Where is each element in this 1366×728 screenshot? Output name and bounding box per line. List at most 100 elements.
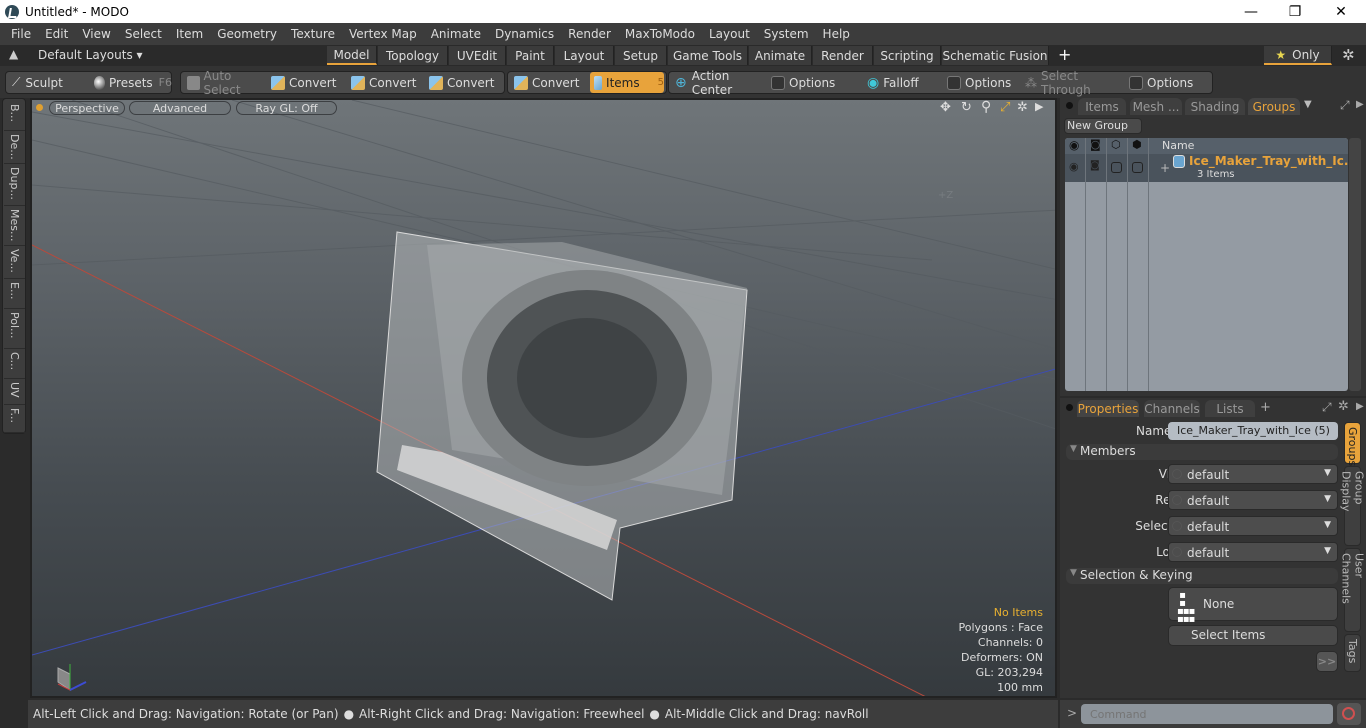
action-center-button[interactable]: ⊕ Action Center <box>671 69 765 97</box>
new-group-button[interactable]: New Group <box>1064 118 1142 134</box>
side-tab-curve[interactable]: C... <box>4 349 25 379</box>
tab-channels[interactable]: Channels <box>1144 400 1200 417</box>
expand-plus-icon[interactable]: + <box>1160 161 1170 175</box>
close-button[interactable]: ✕ <box>1318 0 1364 23</box>
render-camera-icon[interactable]: ◙ <box>1090 138 1101 151</box>
menu-animate[interactable]: Animate <box>424 27 488 41</box>
tab-scripting[interactable]: Scripting <box>874 46 941 65</box>
side-tab-uv[interactable]: UV <box>4 379 25 405</box>
collapse-arrow-icon[interactable]: ▲ <box>9 47 18 61</box>
visible-dropdown[interactable]: default ▼ <box>1168 464 1338 484</box>
row-locked-toggle[interactable] <box>1132 162 1143 173</box>
selectable-dropdown[interactable]: default ▼ <box>1168 516 1338 536</box>
record-macro-button[interactable] <box>1337 703 1361 725</box>
name-column-header[interactable]: Name <box>1162 139 1194 152</box>
tab-mesh[interactable]: Mesh ... <box>1130 98 1182 115</box>
tab-model[interactable]: Model <box>327 46 377 65</box>
menu-layout[interactable]: Layout <box>702 27 757 41</box>
side-tab-mesh-edit[interactable]: Mes... <box>4 206 25 246</box>
view-type-button[interactable]: Perspective <box>49 101 125 115</box>
row-selectable-toggle[interactable] <box>1111 162 1122 173</box>
menu-geometry[interactable]: Geometry <box>210 27 284 41</box>
menu-edit[interactable]: Edit <box>38 27 75 41</box>
tab-game-tools[interactable]: Game Tools <box>668 46 748 65</box>
side-tab-vertex[interactable]: Ve... <box>4 246 25 279</box>
command-input[interactable] <box>1081 704 1333 724</box>
maximize-button[interactable]: ❐ <box>1272 0 1318 23</box>
menu-file[interactable]: File <box>4 27 38 41</box>
menu-system[interactable]: System <box>757 27 816 41</box>
select-through-button[interactable]: ⁂ Select Through <box>1021 69 1125 97</box>
3d-viewport[interactable]: Perspective Advanced Ray GL: Off ✥ ↻ ⚲ ⤢… <box>30 98 1057 698</box>
more-button[interactable]: >> <box>1316 651 1338 672</box>
panel-arrow-icon[interactable]: ▶ <box>1356 99 1364 110</box>
falloff-button[interactable]: ◉ Falloff <box>863 72 939 93</box>
add-layout-tab-button[interactable]: + <box>1058 45 1071 64</box>
name-field[interactable]: Ice_Maker_Tray_with_Ice (5) <box>1168 422 1338 440</box>
convert-button-1[interactable]: Convert <box>267 72 345 93</box>
members-section-header[interactable]: ▼ Members <box>1066 444 1338 460</box>
default-layouts-dropdown[interactable]: Default Layouts ▾ <box>38 48 143 62</box>
tab-lists[interactable]: Lists <box>1205 400 1255 417</box>
shading-mode-button[interactable]: Advanced <box>129 101 231 115</box>
expand-panel-icon[interactable]: ⤢ <box>1322 400 1332 415</box>
tab-shading[interactable]: Shading <box>1185 98 1245 115</box>
rotate-icon[interactable]: ↻ <box>961 100 972 115</box>
tab-groups[interactable]: Groups <box>1248 98 1300 115</box>
ray-gl-button[interactable]: Ray GL: Off <box>236 101 337 115</box>
presets-button[interactable]: Presets F6 <box>90 72 172 93</box>
locked-cube-icon[interactable]: ⬢ <box>1132 138 1142 151</box>
tab-topology[interactable]: Topology <box>378 46 448 65</box>
menu-view[interactable]: View <box>75 27 117 41</box>
tab-uvedit[interactable]: UVEdit <box>449 46 506 65</box>
tab-items[interactable]: Items <box>1078 98 1126 115</box>
action-center-options-button[interactable]: Options <box>767 72 861 93</box>
select-items-button[interactable]: Select Items <box>1168 625 1338 646</box>
convert-button-3[interactable]: Convert <box>425 72 503 93</box>
side-tab-group-display[interactable]: Group Display <box>1340 466 1366 546</box>
row-visibility-icon[interactable]: ◉ <box>1069 160 1079 173</box>
convert-button-4[interactable]: Convert <box>510 72 588 93</box>
selectable-cube-icon[interactable]: ⬡ <box>1111 138 1121 151</box>
tab-dropdown-icon[interactable]: ▼ <box>1304 99 1312 110</box>
minimize-button[interactable]: — <box>1228 0 1274 23</box>
tab-schematic-fusion[interactable]: Schematic Fusion <box>942 46 1049 65</box>
menu-render[interactable]: Render <box>561 27 618 41</box>
menu-vertex-map[interactable]: Vertex Map <box>342 27 424 41</box>
groups-list-scrollbar[interactable] <box>1349 138 1361 391</box>
viewport-menu-arrow-icon[interactable]: ▶ <box>1035 100 1043 113</box>
locked-dropdown[interactable]: default ▼ <box>1168 542 1338 562</box>
selection-keying-section-header[interactable]: ▼ Selection & Keying <box>1066 568 1338 584</box>
tab-paint[interactable]: Paint <box>507 46 554 65</box>
viewport-settings-icon[interactable]: ✲ <box>1017 100 1028 115</box>
visibility-eye-icon[interactable]: ◉ <box>1069 138 1079 152</box>
add-tab-button[interactable]: + <box>1260 400 1271 415</box>
side-tab-groups[interactable]: Groups <box>1344 422 1361 466</box>
side-tab-edge[interactable]: E... <box>4 279 25 309</box>
tab-render[interactable]: Render <box>813 46 873 65</box>
tab-animate[interactable]: Animate <box>749 46 812 65</box>
side-tab-fusion[interactable]: F... <box>4 405 25 433</box>
zoom-icon[interactable]: ⚲ <box>981 100 991 115</box>
side-tab-deform[interactable]: De... <box>4 131 25 164</box>
items-mode-button[interactable]: Items 5 <box>590 72 664 93</box>
pan-icon[interactable]: ✥ <box>940 100 951 115</box>
falloff-options-button[interactable]: Options <box>943 72 1021 93</box>
tab-setup[interactable]: Setup <box>615 46 667 65</box>
menu-dynamics[interactable]: Dynamics <box>488 27 561 41</box>
sculpt-button[interactable]: ⟋ Sculpt <box>8 72 88 93</box>
select-through-options-button[interactable]: Options <box>1125 72 1211 93</box>
gear-icon[interactable]: ✲ <box>1342 46 1355 64</box>
render-dropdown[interactable]: default ▼ <box>1168 490 1338 510</box>
panel-arrow-icon[interactable]: ▶ <box>1356 401 1364 412</box>
menu-select[interactable]: Select <box>118 27 169 41</box>
row-render-icon[interactable]: ◙ <box>1090 160 1100 171</box>
expand-panel-icon[interactable]: ⤢ <box>1340 98 1350 113</box>
tab-properties[interactable]: Properties <box>1077 400 1139 417</box>
fit-view-icon[interactable]: ⤢ <box>1000 100 1010 115</box>
menu-help[interactable]: Help <box>816 27 857 41</box>
only-toggle[interactable]: ★ Only <box>1264 46 1332 65</box>
side-tab-duplicate[interactable]: Dup... <box>4 164 25 206</box>
menu-item[interactable]: Item <box>169 27 210 41</box>
menu-maxtomodo[interactable]: MaxToModo <box>618 27 702 41</box>
